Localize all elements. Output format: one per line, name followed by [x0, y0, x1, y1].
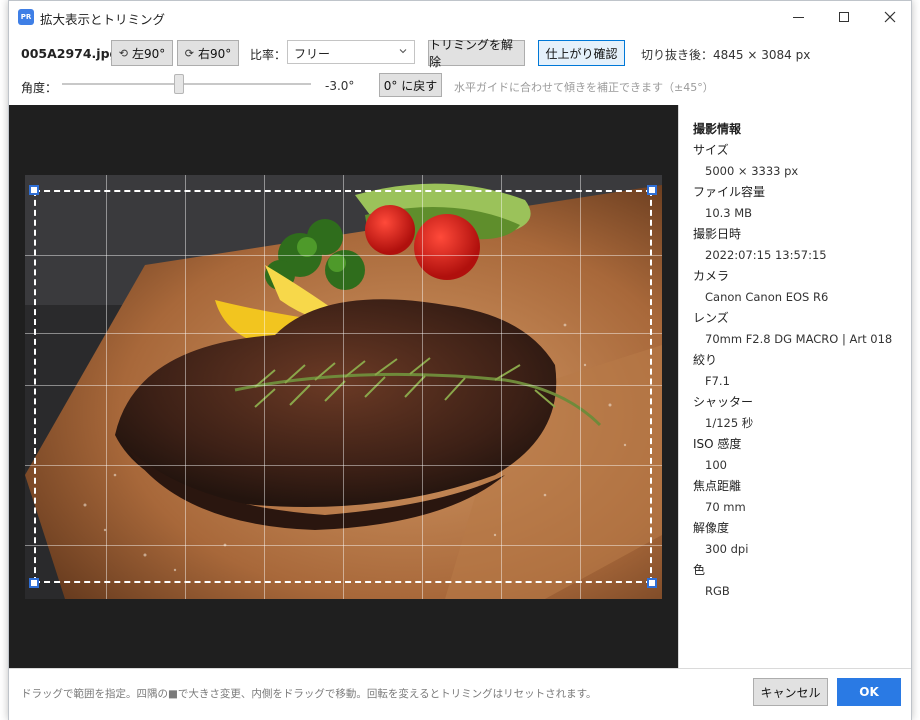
crop-dialog: PR 拡大表示とトリミング 005A2974.jpg ⟲ 左90° ⟳ 右90°… — [8, 0, 912, 720]
angle-toolbar: 角度： -3.0° 0° に戻す 水平ガイドに合わせて傾きを補正できます（±45… — [9, 71, 911, 99]
maximize-button[interactable] — [821, 1, 867, 33]
info-label: 解像度 — [693, 521, 730, 535]
ratio-label: 比率： — [250, 48, 287, 62]
info-value: F7.1 — [705, 374, 730, 388]
crop-handle-top-left[interactable] — [29, 185, 39, 195]
info-value: 300 dpi — [705, 542, 749, 556]
angle-hint: 水平ガイドに合わせて傾きを補正できます（±45°） — [454, 81, 714, 94]
crop-rectangle[interactable] — [34, 190, 652, 583]
file-name: 005A2974.jpg — [21, 46, 119, 61]
info-value: 1/125 秒 — [705, 416, 754, 430]
info-item: レンズ 70mm F2.8 DG MACRO | Art 018 — [693, 311, 892, 353]
info-label: シャッター — [693, 395, 754, 409]
dialog-title: 拡大表示とトリミング — [40, 12, 166, 27]
info-item: 絞り F7.1 — [693, 353, 892, 395]
close-icon — [884, 11, 896, 23]
info-item: 色 RGB — [693, 563, 892, 605]
crop-handle-bottom-right[interactable] — [647, 578, 657, 588]
rotate-right-label: 右90° — [197, 46, 232, 61]
image-canvas[interactable] — [9, 105, 678, 668]
info-value: 5000 × 3333 px — [705, 164, 799, 178]
info-value: 70mm F2.8 DG MACRO | Art 018 — [705, 332, 893, 346]
crop-size-readout: 切り抜き後：4845 × 3084 px — [641, 48, 811, 62]
info-item: カメラ Canon Canon EOS R6 — [693, 269, 892, 311]
ok-button[interactable]: OK — [837, 678, 901, 706]
minimize-button[interactable] — [775, 1, 821, 33]
toolbar-main: 005A2974.jpg ⟲ 左90° ⟳ 右90° 比率： フリー トリミング… — [9, 38, 911, 69]
info-label: 撮影日時 — [693, 227, 742, 241]
ratio-select[interactable]: フリー — [287, 40, 415, 64]
info-item: ファイル容量 10.3 MB — [693, 185, 892, 227]
rotate-left-icon: ⟲ — [118, 46, 128, 60]
preview-button[interactable]: 仕上がり確認 — [538, 40, 625, 66]
info-item: ISO 感度 100 — [693, 437, 892, 479]
rotate-right-button[interactable]: ⟳ 右90° — [177, 40, 239, 66]
minimize-icon — [792, 16, 804, 18]
rotate-right-icon: ⟳ — [184, 46, 194, 60]
info-value: 10.3 MB — [705, 206, 753, 220]
info-value: Canon Canon EOS R6 — [705, 290, 829, 304]
photo-info-panel: 撮影情報 サイズ 5000 × 3333 px ファイル容量 10.3 MB 撮影日時 2… — [678, 105, 911, 668]
chevron-down-icon — [399, 49, 407, 54]
info-label: サイズ — [693, 143, 729, 157]
info-label: ISO 感度 — [693, 437, 742, 451]
info-value: 100 — [705, 458, 727, 472]
title-bar[interactable]: PR 拡大表示とトリミング — [9, 1, 911, 33]
info-item: サイズ 5000 × 3333 px — [693, 143, 892, 185]
rotate-left-button[interactable]: ⟲ 左90° — [111, 40, 173, 66]
info-item: 焦点距離 70 mm — [693, 479, 892, 521]
crop-handle-top-right[interactable] — [647, 185, 657, 195]
info-value: 2022:07:15 13:57:15 — [705, 248, 827, 262]
reset-angle-button[interactable]: 0° に戻す — [379, 73, 442, 97]
angle-value: -3.0° — [325, 79, 355, 93]
info-value: RGB — [705, 584, 730, 598]
info-panel-title: 撮影情報 — [693, 122, 742, 136]
info-label: レンズ — [693, 311, 729, 325]
ratio-select-value: フリー — [294, 47, 331, 61]
info-item: 解像度 300 dpi — [693, 521, 892, 563]
rotate-left-label: 左90° — [131, 46, 166, 61]
info-item: 撮影日時 2022:07:15 13:57:15 — [693, 227, 892, 269]
crop-handle-bottom-left[interactable] — [29, 578, 39, 588]
close-button[interactable] — [867, 1, 913, 33]
info-value: 70 mm — [705, 500, 746, 514]
info-label: 焦点距離 — [693, 479, 742, 493]
info-list: サイズ 5000 × 3333 px ファイル容量 10.3 MB 撮影日時 2022:0… — [693, 143, 892, 605]
cancel-button[interactable]: キャンセル — [753, 678, 828, 706]
maximize-icon — [839, 12, 849, 22]
info-label: カメラ — [693, 269, 730, 283]
angle-label: 角度： — [21, 81, 58, 95]
info-label: 絞り — [693, 353, 718, 367]
dialog-footer: ドラッグで範囲を指定。四隅の■で大きさ変更、内側をドラッグで移動。回転を変えると… — [9, 668, 911, 720]
info-label: 色 — [693, 563, 706, 577]
info-label: ファイル容量 — [693, 185, 766, 199]
angle-slider-thumb[interactable] — [174, 74, 185, 94]
angle-slider-track[interactable] — [62, 83, 311, 85]
clear-trim-button[interactable]: トリミングを解除 — [428, 38, 525, 69]
footer-hint: ドラッグで範囲を指定。四隅の■で大きさ変更、内側をドラッグで移動。回転を変えると… — [21, 688, 597, 700]
info-item: シャッター 1/125 秒 — [693, 395, 892, 437]
app-icon: PR — [18, 9, 34, 25]
